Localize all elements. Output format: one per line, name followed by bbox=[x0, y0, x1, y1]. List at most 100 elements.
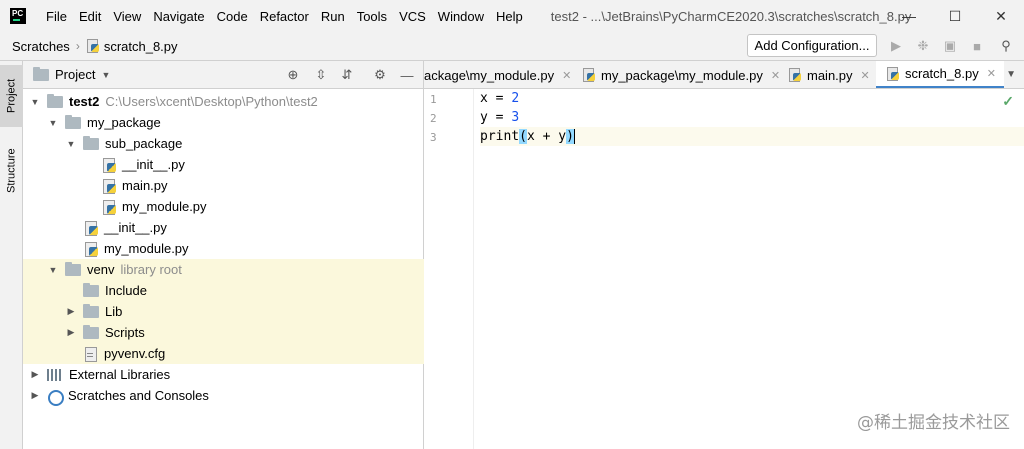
line-number: 1 bbox=[430, 93, 437, 106]
python-file-icon bbox=[886, 66, 900, 81]
chevron-right-icon[interactable]: ▶ bbox=[29, 390, 41, 401]
tree-label: Include bbox=[105, 283, 147, 298]
tree-item-pkg-my-module[interactable]: my_module.py bbox=[23, 238, 424, 259]
tab-label: scratch_8.py bbox=[905, 66, 979, 81]
package-folder-icon bbox=[83, 135, 99, 150]
debug-icon[interactable]: ❉ bbox=[916, 38, 930, 53]
coverage-icon[interactable]: ▣ bbox=[943, 38, 957, 53]
chevron-right-icon[interactable]: ▶ bbox=[29, 369, 41, 380]
code-paren-close: ) bbox=[566, 129, 574, 144]
close-icon[interactable]: ✕ bbox=[562, 69, 571, 82]
menu-tools[interactable]: Tools bbox=[351, 9, 393, 24]
tree-item-sub-my-module[interactable]: my_module.py bbox=[23, 196, 424, 217]
menu-run[interactable]: Run bbox=[315, 9, 351, 24]
tree-label: test2 bbox=[69, 94, 100, 109]
breadcrumb-scratches[interactable]: Scratches bbox=[0, 39, 70, 54]
tab-my-package-my-module[interactable]: my_package\my_module.py ✕ bbox=[582, 61, 780, 88]
chevron-right-icon[interactable]: ▶ bbox=[65, 327, 77, 338]
menu-code[interactable]: Code bbox=[211, 9, 254, 24]
tab-label: ackage\my_module.py bbox=[424, 67, 555, 83]
search-icon[interactable]: ⚲ bbox=[999, 38, 1013, 53]
line-number: 3 bbox=[430, 131, 437, 144]
tab-project-tool[interactable]: Project bbox=[0, 65, 23, 127]
tree-label: main.py bbox=[122, 178, 168, 193]
window-title: test2 - ...\JetBrains\PyCharmCE2020.3\sc… bbox=[550, 8, 912, 24]
close-icon[interactable]: ✕ bbox=[978, 0, 1024, 32]
scratches-icon bbox=[47, 389, 64, 406]
tab-main-py[interactable]: main.py ✕ bbox=[788, 61, 870, 88]
folder-icon bbox=[65, 261, 81, 276]
code-token: x + y bbox=[526, 129, 567, 144]
close-icon[interactable]: ✕ bbox=[771, 69, 780, 82]
breadcrumb-scratch-file[interactable]: scratch_8.py bbox=[104, 39, 178, 54]
close-icon[interactable]: ✕ bbox=[987, 67, 996, 80]
tab-structure-tool[interactable]: Structure bbox=[0, 139, 23, 203]
tree-label: Lib bbox=[105, 304, 123, 319]
run-icon[interactable]: ▶ bbox=[889, 38, 903, 53]
tree-label: my_module.py bbox=[104, 241, 189, 256]
package-folder-icon bbox=[65, 114, 81, 129]
minimize-icon[interactable]: — bbox=[886, 0, 932, 32]
tree-item-pyvenv-cfg[interactable]: pyvenv.cfg bbox=[23, 343, 424, 364]
tab-list-chevron-icon[interactable]: ▼ bbox=[1006, 69, 1016, 80]
folder-icon bbox=[83, 324, 99, 339]
tree-item-test2[interactable]: ▼ test2 C:\Users\xcent\Desktop\Python\te… bbox=[23, 91, 424, 112]
python-file-icon bbox=[101, 199, 117, 215]
close-icon[interactable]: ✕ bbox=[861, 69, 870, 82]
chevron-down-icon[interactable]: ▼ bbox=[101, 70, 110, 80]
watermark: @稀土掘金技术社区 bbox=[857, 413, 1010, 433]
tree-item-include[interactable]: Include bbox=[23, 280, 424, 301]
menu-vcs[interactable]: VCS bbox=[393, 9, 432, 24]
locate-icon[interactable]: ⊕ bbox=[285, 67, 301, 83]
menu-edit[interactable]: Edit bbox=[73, 9, 107, 24]
code-line-1[interactable]: x = 2 bbox=[480, 89, 1024, 108]
tree-item-scripts[interactable]: ▶ Scripts bbox=[23, 322, 424, 343]
menu-window[interactable]: Window bbox=[432, 9, 490, 24]
stop-icon[interactable]: ■ bbox=[970, 39, 984, 54]
code-token: x bbox=[480, 91, 488, 106]
gear-icon[interactable]: ⚙ bbox=[372, 67, 388, 83]
tree-item-sub-package[interactable]: ▼ sub_package bbox=[23, 133, 424, 154]
menu-refactor[interactable]: Refactor bbox=[254, 9, 315, 24]
code-token: = bbox=[487, 91, 512, 106]
maximize-icon[interactable]: ☐ bbox=[932, 0, 978, 32]
project-panel: Project ▼ ⊕ ⇳ ⇵ ⚙ — ▼ test2 C:\Users\xce… bbox=[23, 61, 424, 449]
chevron-right-icon[interactable]: ▶ bbox=[65, 306, 77, 317]
menu-navigate[interactable]: Navigate bbox=[147, 9, 210, 24]
library-root-hint: library root bbox=[120, 262, 182, 277]
collapse-all-icon[interactable]: ⇵ bbox=[339, 67, 355, 83]
tree-item-venv[interactable]: ▼ venv library root bbox=[23, 259, 424, 280]
python-file-icon bbox=[86, 39, 100, 53]
chevron-down-icon[interactable]: ▼ bbox=[47, 118, 59, 128]
menu-view[interactable]: View bbox=[107, 9, 147, 24]
tree-item-pkg-init[interactable]: __init__.py bbox=[23, 217, 424, 238]
tab-ackage-my-module[interactable]: ackage\my_module.py ✕ bbox=[424, 61, 571, 88]
tree-item-sub-init[interactable]: __init__.py bbox=[23, 154, 424, 175]
tab-project-label: Project bbox=[5, 78, 18, 114]
add-configuration-button[interactable]: Add Configuration... bbox=[747, 34, 877, 57]
tree-label: my_module.py bbox=[122, 199, 207, 214]
tree-item-sub-main[interactable]: main.py bbox=[23, 175, 424, 196]
code-number: 2 bbox=[511, 91, 520, 106]
code-paren-open: ( bbox=[519, 129, 527, 144]
code-line-2[interactable]: y = 3 bbox=[480, 108, 1024, 127]
tree-item-lib[interactable]: ▶ Lib bbox=[23, 301, 424, 322]
project-view-selector[interactable]: Project bbox=[55, 67, 95, 82]
line-number-gutter: 1 2 3 bbox=[424, 89, 474, 449]
hide-panel-icon[interactable]: — bbox=[399, 67, 415, 83]
chevron-down-icon[interactable]: ▼ bbox=[29, 97, 41, 107]
menu-file[interactable]: File bbox=[40, 9, 73, 24]
text-caret bbox=[573, 129, 575, 144]
python-file-icon bbox=[101, 178, 117, 194]
tree-item-scratches-consoles[interactable]: ▶ Scratches and Consoles bbox=[23, 385, 424, 406]
tree-item-my-package[interactable]: ▼ my_package bbox=[23, 112, 424, 133]
tree-item-external-libraries[interactable]: ▶ External Libraries bbox=[23, 364, 424, 385]
expand-all-icon[interactable]: ⇳ bbox=[313, 67, 329, 83]
code-line-3[interactable]: print(x + y) bbox=[480, 127, 1024, 146]
menu-help[interactable]: Help bbox=[490, 9, 529, 24]
tab-scratch-8[interactable]: scratch_8.py ✕ bbox=[876, 61, 1004, 88]
check-icon[interactable]: ✓ bbox=[1002, 93, 1014, 110]
tree-path-hint: C:\Users\xcent\Desktop\Python\test2 bbox=[105, 94, 318, 109]
chevron-down-icon[interactable]: ▼ bbox=[47, 265, 59, 275]
chevron-down-icon[interactable]: ▼ bbox=[65, 139, 77, 149]
